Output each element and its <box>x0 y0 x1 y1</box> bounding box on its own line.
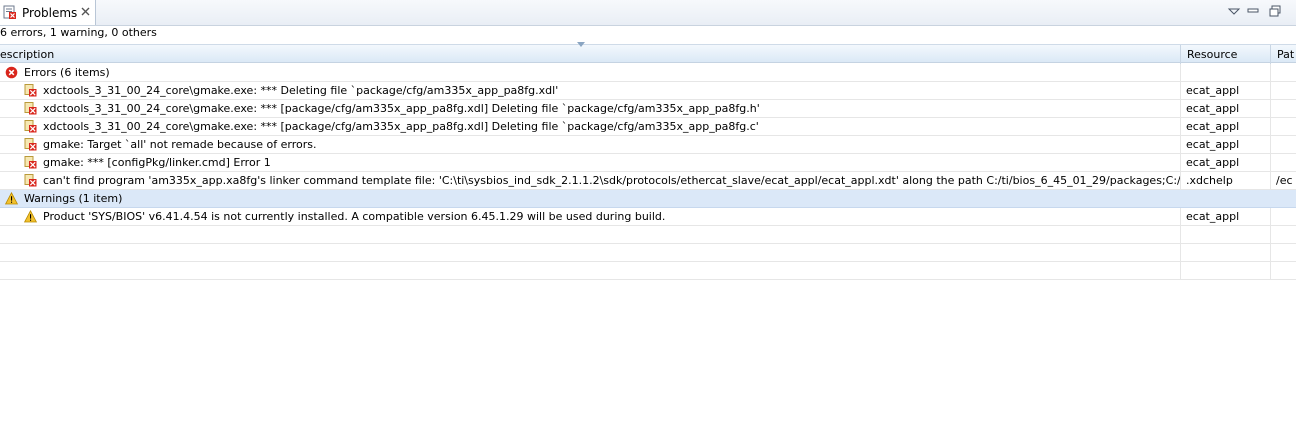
view-tab-bar: Problems <box>0 0 1296 26</box>
table-row[interactable]: xdctools_3_31_00_24_core\gmake.exe: *** … <box>0 100 1296 118</box>
cell-divider <box>1270 118 1271 136</box>
table-row[interactable]: Product 'SYS/BIOS' v6.41.4.54 is not cur… <box>0 208 1296 226</box>
cell-divider <box>1180 100 1181 118</box>
view-menu-icon[interactable] <box>1226 4 1242 18</box>
row-description: gmake: Target `all' not remade because o… <box>43 138 317 151</box>
warning-icon <box>24 210 37 223</box>
cell-divider <box>1270 64 1271 82</box>
row-resource: ecat_appl <box>1186 120 1240 133</box>
table-row[interactable]: xdctools_3_31_00_24_core\gmake.exe: *** … <box>0 82 1296 100</box>
cell-divider <box>1270 82 1271 100</box>
column-divider[interactable] <box>1180 45 1181 64</box>
table-row[interactable]: gmake: Target `all' not remade because o… <box>0 136 1296 154</box>
cell-divider <box>1270 226 1271 244</box>
problems-view-icon <box>3 5 16 19</box>
row-resource: .xdchelp <box>1186 174 1233 187</box>
error-marker-icon <box>24 84 37 97</box>
cell-divider <box>1180 208 1181 226</box>
warning-icon <box>5 192 18 205</box>
row-description: xdctools_3_31_00_24_core\gmake.exe: *** … <box>43 120 759 133</box>
row-path: /ec <box>1276 174 1293 187</box>
group-row-errors[interactable]: Errors (6 items) <box>0 64 1296 82</box>
row-description: gmake: *** [configPkg/linker.cmd] Error … <box>43 156 271 169</box>
cell-divider <box>1180 154 1181 172</box>
empty-row <box>0 262 1296 280</box>
cell-divider <box>1180 82 1181 100</box>
cell-divider <box>1180 136 1181 154</box>
table-row[interactable]: can't find program 'am335x_app.xa8fg's l… <box>0 172 1296 190</box>
error-marker-icon <box>24 156 37 169</box>
row-description: can't find program 'am335x_app.xa8fg's l… <box>43 174 1180 187</box>
maximize-icon[interactable] <box>1267 4 1283 18</box>
cell-divider <box>1270 136 1271 154</box>
group-row-warnings[interactable]: Warnings (1 item) <box>0 190 1296 208</box>
cell-divider <box>1180 244 1181 262</box>
row-resource: ecat_appl <box>1186 138 1240 151</box>
empty-row <box>0 244 1296 262</box>
column-header-resource[interactable]: Resource <box>1187 48 1267 61</box>
tab-label: Problems <box>22 6 78 20</box>
error-marker-icon <box>24 138 37 151</box>
tab-problems[interactable]: Problems <box>0 0 96 25</box>
column-divider[interactable] <box>1270 45 1271 64</box>
group-label: Errors (6 items) <box>24 66 110 79</box>
row-description: Product 'SYS/BIOS' v6.41.4.54 is not cur… <box>43 210 666 223</box>
error-marker-icon <box>24 102 37 115</box>
column-header-path[interactable]: Pat <box>1277 48 1296 61</box>
row-resource: ecat_appl <box>1186 102 1240 115</box>
table-row[interactable]: gmake: *** [configPkg/linker.cmd] Error … <box>0 154 1296 172</box>
cell-divider <box>1270 172 1271 190</box>
table-header: escription Resource Pat <box>0 42 1296 64</box>
table-row[interactable]: xdctools_3_31_00_24_core\gmake.exe: *** … <box>0 118 1296 136</box>
group-label: Warnings (1 item) <box>24 192 123 205</box>
cell-divider <box>1270 244 1271 262</box>
minimize-icon[interactable] <box>1245 4 1261 18</box>
row-description: xdctools_3_31_00_24_core\gmake.exe: *** … <box>43 102 760 115</box>
cell-divider <box>1180 118 1181 136</box>
row-resource: ecat_appl <box>1186 210 1240 223</box>
cell-divider <box>1180 172 1181 190</box>
cell-divider <box>1180 226 1181 244</box>
error-marker-icon <box>24 174 37 187</box>
problems-summary: 6 errors, 1 warning, 0 others <box>0 26 157 39</box>
row-resource: ecat_appl <box>1186 156 1240 169</box>
cell-divider <box>1180 262 1181 280</box>
cell-divider <box>1270 100 1271 118</box>
error-icon <box>5 66 18 79</box>
cell-divider <box>1180 64 1181 82</box>
row-description: xdctools_3_31_00_24_core\gmake.exe: *** … <box>43 84 559 97</box>
cell-divider <box>1270 208 1271 226</box>
column-header-description[interactable]: escription <box>0 48 1178 61</box>
close-icon[interactable] <box>80 6 91 17</box>
cell-divider <box>1270 262 1271 280</box>
error-marker-icon <box>24 120 37 133</box>
cell-divider <box>1270 154 1271 172</box>
empty-row <box>0 226 1296 244</box>
row-resource: ecat_appl <box>1186 84 1240 97</box>
